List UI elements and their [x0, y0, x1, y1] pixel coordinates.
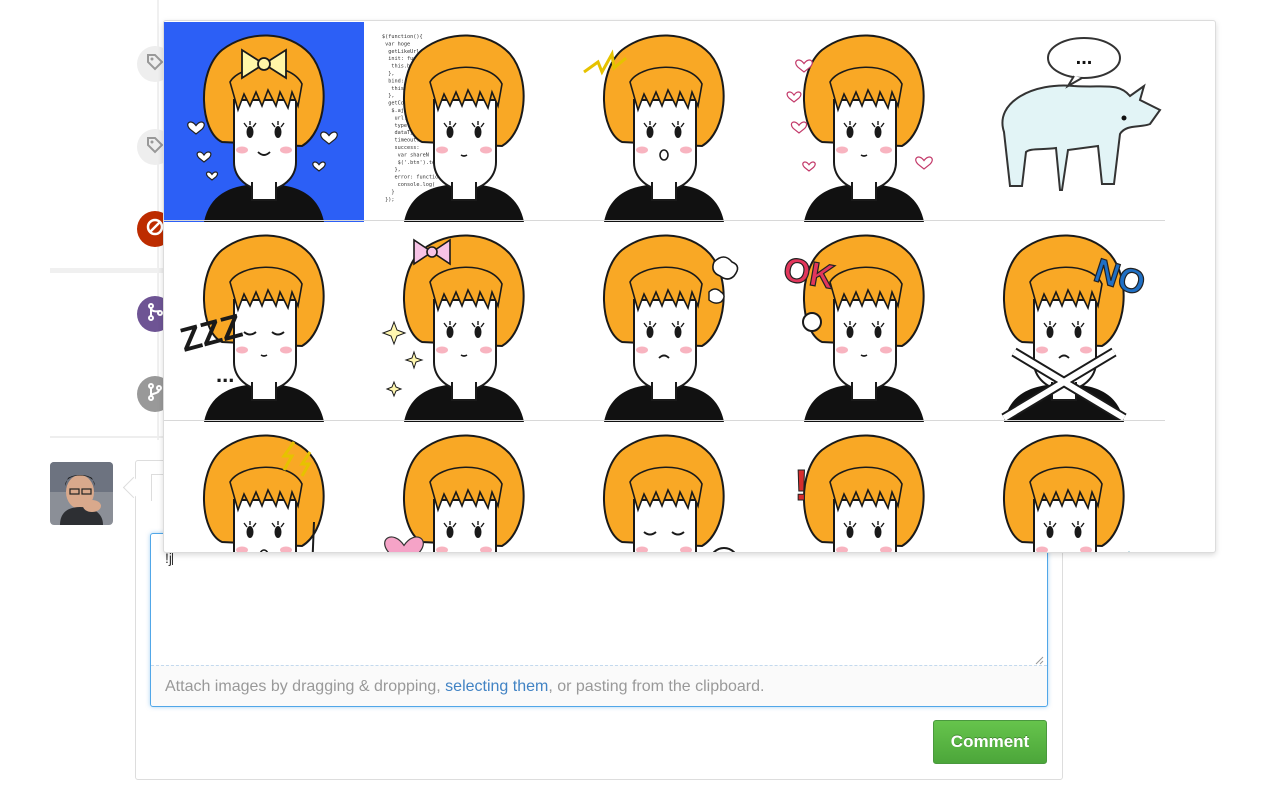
svg-text:var shareN: var shareN	[382, 152, 429, 158]
branch-icon	[145, 382, 165, 407]
tag-icon	[145, 135, 165, 160]
row-divider	[164, 220, 1165, 221]
timeline-separator	[50, 268, 165, 273]
row-divider	[164, 420, 1165, 421]
svg-text:},: },	[382, 167, 401, 173]
sticker-surprised-sparkle[interactable]	[564, 22, 764, 222]
timeline-separator	[50, 436, 165, 438]
sticker-sparkle-pray-image	[381, 234, 525, 422]
svg-text:var hoge: var hoge	[382, 41, 410, 47]
tag-icon	[145, 52, 165, 77]
sticker-row: ZZZ... OK NO	[164, 222, 1165, 422]
comment-textarea[interactable]: !j	[151, 534, 1054, 664]
sticker-ok[interactable]: OK	[764, 222, 964, 422]
sticker-row: !	[164, 422, 1165, 552]
select-files-link[interactable]: selecting them	[445, 678, 548, 695]
attach-hint-after: , or pasting from the clipboard.	[548, 678, 765, 695]
sticker-sweat-drops-image	[1003, 434, 1130, 552]
sticker-angry[interactable]	[564, 222, 764, 422]
svg-text:!: !	[794, 461, 809, 510]
sticker-angry-image	[603, 234, 739, 422]
attach-hint-before: Attach images by dragging & dropping,	[165, 678, 446, 695]
sticker-reading-exclaim[interactable]: !	[764, 422, 964, 552]
sticker-no-image: NO	[1001, 234, 1150, 422]
sticker-no[interactable]: NO	[964, 222, 1164, 422]
sticker-reading-exclaim-image: !	[794, 434, 925, 552]
svg-text:OK: OK	[781, 250, 838, 296]
attach-images-hint: Attach images by dragging & dropping, se…	[151, 665, 1047, 706]
sticker-bow-hearts-image	[164, 22, 364, 222]
sticker-pink-heart-image	[384, 434, 525, 552]
comment-write-area: !j Attach images by dragging & dropping,…	[150, 533, 1048, 707]
comment-submit-button[interactable]: Comment	[933, 720, 1047, 764]
svg-text:}: }	[382, 189, 395, 195]
sticker-picker: $(function(){ var hoge getLikeUrl: "http…	[163, 20, 1216, 553]
sticker-sparkle-pray[interactable]	[364, 222, 564, 422]
sticker-shock-lightning[interactable]	[164, 422, 364, 552]
sticker-scribble-image	[603, 434, 736, 552]
sticker-surprised-sparkle-image	[583, 34, 725, 222]
sticker-code-image: $(function(){ var hoge getLikeUrl: "http…	[382, 34, 525, 222]
sticker-sweat-drops[interactable]	[964, 422, 1164, 552]
sticker-shock-lightning-image	[203, 434, 325, 552]
sticker-bow-hearts[interactable]	[164, 22, 364, 222]
merge-icon	[145, 302, 165, 327]
sticker-hearts-image	[786, 34, 933, 222]
sticker-hearts[interactable]	[764, 22, 964, 222]
sticker-sleepy[interactable]: ZZZ...	[164, 222, 364, 422]
user-avatar[interactable]	[50, 462, 113, 525]
sticker-rhino[interactable]: ...	[964, 22, 1164, 222]
svg-text:...: ...	[216, 362, 234, 387]
sticker-code[interactable]: $(function(){ var hoge getLikeUrl: "http…	[364, 22, 564, 222]
sticker-scribble[interactable]	[564, 422, 764, 552]
sticker-row: $(function(){ var hoge getLikeUrl: "http…	[164, 22, 1165, 222]
sticker-ok-image: OK	[780, 234, 925, 422]
svg-text:});: });	[382, 197, 395, 203]
resize-grip-icon[interactable]	[1035, 652, 1044, 665]
svg-text:success:: success:	[382, 145, 419, 151]
svg-text:},: },	[382, 93, 395, 99]
sticker-sleepy-image: ZZZ...	[176, 234, 325, 422]
svg-text:$(function(){: $(function(){	[382, 34, 423, 40]
svg-text:...: ...	[1076, 47, 1093, 69]
svg-text:console.log(: console.log(	[382, 182, 435, 188]
sticker-pink-heart[interactable]	[364, 422, 564, 552]
svg-text:},: },	[382, 71, 395, 77]
sticker-rhino-image: ...	[1001, 37, 1162, 191]
svg-text:timeout:: timeout:	[382, 138, 419, 144]
closed-icon	[145, 217, 165, 242]
svg-text:error: function(: error: function(	[382, 175, 444, 181]
